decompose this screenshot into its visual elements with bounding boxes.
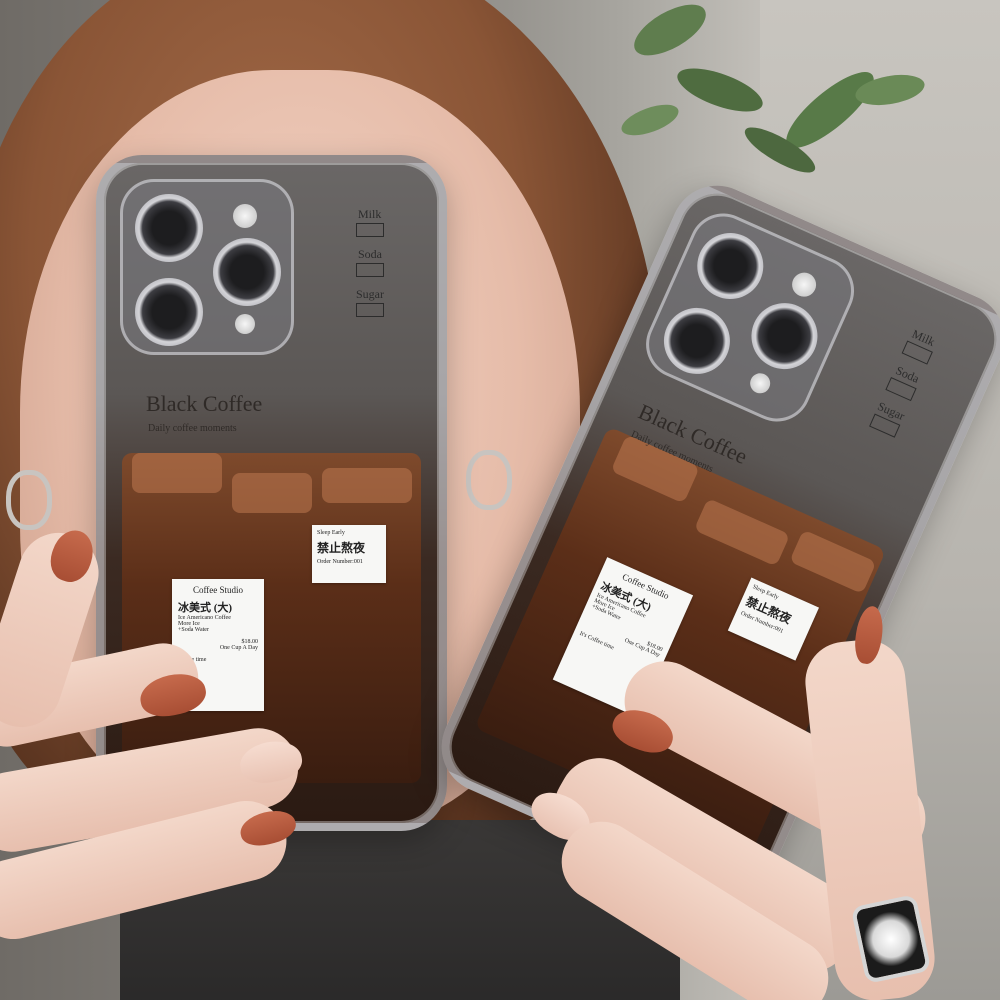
ice-cube xyxy=(693,498,791,567)
checkbox-sugar xyxy=(356,303,384,317)
camera-lens xyxy=(653,297,741,385)
camera-lens xyxy=(686,222,774,310)
ice-cube xyxy=(322,468,412,503)
receipt-title: Coffee Studio xyxy=(192,585,244,595)
camera-block xyxy=(635,202,865,433)
ice-cube xyxy=(132,453,222,493)
ice-cube xyxy=(789,529,877,595)
camera-lens xyxy=(740,292,829,380)
checkbox-label-sugar: Sugar xyxy=(356,287,384,301)
receipt-small-line: Sleep Early xyxy=(317,530,345,536)
sensor-icon xyxy=(235,314,255,334)
sensor-icon xyxy=(746,370,774,397)
checkbox-label-soda: Soda xyxy=(358,247,382,261)
receipt-cn-line: 冰美式 (大) xyxy=(178,602,233,614)
flash-icon xyxy=(233,204,257,228)
flash-icon xyxy=(788,268,820,301)
checkbox-label-milk: Milk xyxy=(358,207,382,221)
checkbox-milk xyxy=(356,223,384,237)
camera-lens xyxy=(213,238,281,306)
camera-lens xyxy=(135,278,203,346)
receipt-small-cn: 禁止熬夜 xyxy=(317,541,366,555)
photo-scene: Milk Soda Sugar Black Coffee Daily coffe… xyxy=(0,0,1000,1000)
camera-lens xyxy=(135,194,203,262)
receipt-line: +Soda Water xyxy=(178,627,209,633)
ice-cube xyxy=(232,473,312,513)
earring-left xyxy=(6,470,52,530)
brand-subtitle: Daily coffee moments xyxy=(148,423,237,434)
brand-title: Black Coffee xyxy=(146,391,263,416)
receipt-small-line: Order Number:001 xyxy=(317,559,363,565)
checkbox-soda xyxy=(356,263,384,277)
receipt-label-small: Sleep Early 禁止熬夜 Order Number:001 xyxy=(312,525,386,583)
earring-right xyxy=(466,450,512,510)
camera-block xyxy=(120,179,294,355)
receipt-line: One Cup A Day xyxy=(219,645,258,651)
